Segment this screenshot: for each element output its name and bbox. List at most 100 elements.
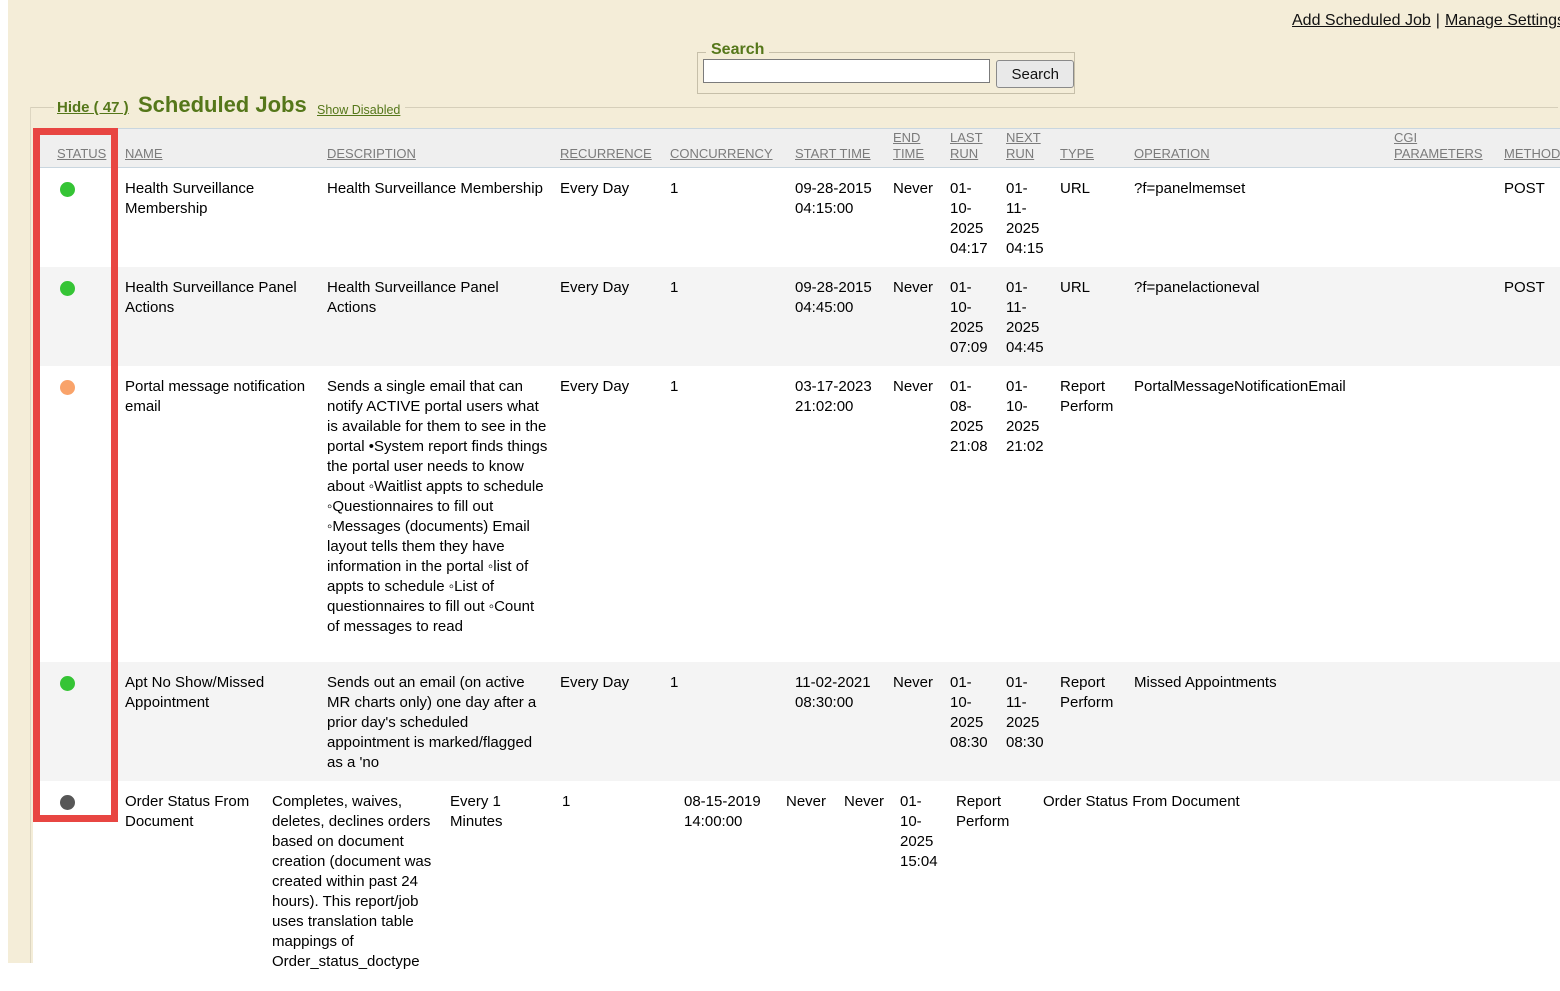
column-header-last-run[interactable]: LAST RUN — [943, 130, 999, 167]
cell-name: Portal message notification email — [118, 366, 320, 662]
top-links-separator: | — [1436, 12, 1440, 29]
table-row: Health Surveillance Panel ActionsHealth … — [33, 267, 1560, 366]
column-header-method[interactable]: METHOD — [1497, 146, 1560, 167]
cell-type: URL — [1053, 267, 1127, 366]
cell-method: POST — [1497, 267, 1560, 366]
cell-operation: PortalMessageNotificationEmail — [1127, 366, 1387, 662]
top-links: Add Scheduled Job | Manage Settings — [1292, 12, 1560, 30]
table-header-row: STATUSNAMEDESCRIPTIONRECURRENCECONCURREN… — [33, 128, 1560, 168]
cell-type: Report Perform — [949, 781, 1036, 991]
cell-cgi-parameters — [1387, 366, 1497, 662]
cell-end-time: Never — [886, 366, 943, 662]
cell-status — [33, 168, 118, 267]
cell-name: Apt No Show/Missed Appointment — [118, 662, 320, 781]
fieldset-border-left-segment — [30, 107, 54, 108]
status-dot-green-icon[interactable] — [60, 182, 75, 197]
left-margin — [0, 0, 8, 963]
column-header-next-run[interactable]: NEXT RUN — [999, 130, 1053, 167]
cell-start-time: 08-15-2019 14:00:00 — [677, 781, 779, 991]
column-header-status[interactable]: STATUS — [33, 146, 118, 167]
cell-operation: Order Status From Document — [1036, 781, 1336, 991]
cell-concurrency: 1 — [663, 366, 788, 662]
hide-link[interactable]: Hide ( 47 ) — [57, 99, 129, 116]
scheduled-jobs-table: STATUSNAMEDESCRIPTIONRECURRENCECONCURREN… — [33, 128, 1560, 991]
add-scheduled-job-link[interactable]: Add Scheduled Job — [1292, 12, 1431, 29]
search-input[interactable] — [703, 59, 990, 83]
cell-last-run: Never — [837, 781, 893, 991]
column-header-description[interactable]: DESCRIPTION — [320, 146, 553, 167]
cell-type: Report Perform — [1053, 366, 1127, 662]
status-dot-green-icon[interactable] — [60, 281, 75, 296]
column-header-operation[interactable]: OPERATION — [1127, 146, 1387, 167]
column-header-type[interactable]: TYPE — [1053, 146, 1127, 167]
cell-operation: ?f=panelmemset — [1127, 168, 1387, 267]
cell-description: Completes, waives, deletes, declines ord… — [265, 781, 443, 991]
table-row: Order Status From DocumentCompletes, wai… — [33, 781, 1560, 991]
cell-operation: Missed Appointments — [1127, 662, 1387, 781]
cell-recurrence: Every Day — [553, 267, 663, 366]
manage-settings-link[interactable]: Manage Settings — [1445, 12, 1560, 29]
column-header-start-time[interactable]: START TIME — [788, 146, 886, 167]
cell-cgi-parameters — [1387, 267, 1497, 366]
cell-cgi-parameters — [1336, 781, 1416, 991]
cell-status — [33, 662, 118, 781]
cell-concurrency: 1 — [555, 781, 677, 991]
cell-recurrence: Every 1 Minutes — [443, 781, 555, 991]
cell-next-run: 01-10-2025 15:04 — [893, 781, 949, 991]
cell-start-time: 09-28-2015 04:15:00 — [788, 168, 886, 267]
cell-start-time: 09-28-2015 04:45:00 — [788, 267, 886, 366]
table-row: Health Surveillance MembershipHealth Sur… — [33, 168, 1560, 267]
cell-recurrence: Every Day — [553, 366, 663, 662]
cell-method — [1416, 781, 1560, 991]
status-dot-green-icon[interactable] — [60, 676, 75, 691]
fieldset-border-top — [405, 107, 1558, 108]
column-header-concurrency[interactable]: CONCURRENCY — [663, 146, 788, 167]
column-header-cgi-parameters[interactable]: CGI PARAMETERS — [1387, 130, 1497, 167]
fieldset-border-side — [30, 107, 31, 963]
cell-method: POST — [1497, 168, 1560, 267]
cell-last-run: 01-08-2025 21:08 — [943, 366, 999, 662]
column-header-end-time[interactable]: END TIME — [886, 130, 943, 167]
cell-name: Health Surveillance Membership — [118, 168, 320, 267]
column-header-recurrence[interactable]: RECURRENCE — [553, 146, 663, 167]
table-row: Apt No Show/Missed AppointmentSends out … — [33, 662, 1560, 781]
cell-status — [33, 366, 118, 662]
search-panel: Search Search — [697, 52, 1075, 94]
show-disabled-link[interactable]: Show Disabled — [317, 103, 400, 117]
column-header-name[interactable]: NAME — [118, 146, 320, 167]
cell-description: Health Surveillance Panel Actions — [320, 267, 553, 366]
cell-end-time: Never — [886, 662, 943, 781]
cell-end-time: Never — [886, 267, 943, 366]
status-dot-gray-icon[interactable] — [60, 795, 75, 810]
search-legend: Search — [706, 41, 769, 59]
cell-next-run: 01-11-2025 04:15 — [999, 168, 1053, 267]
cell-concurrency: 1 — [663, 168, 788, 267]
cell-next-run: 01-10-2025 21:02 — [999, 366, 1053, 662]
cell-start-time: 03-17-2023 21:02:00 — [788, 366, 886, 662]
cell-recurrence: Every Day — [553, 168, 663, 267]
cell-method — [1497, 662, 1560, 781]
cell-start-time: 11-02-2021 08:30:00 — [788, 662, 886, 781]
search-button[interactable]: Search — [996, 60, 1074, 88]
cell-type: URL — [1053, 168, 1127, 267]
cell-cgi-parameters — [1387, 168, 1497, 267]
cell-status — [33, 781, 118, 991]
cell-next-run: 01-11-2025 08:30 — [999, 662, 1053, 781]
page-title: Scheduled Jobs — [138, 92, 307, 118]
cell-description: Sends out an email (on active MR charts … — [320, 662, 553, 781]
cell-last-run: 01-10-2025 08:30 — [943, 662, 999, 781]
cell-method — [1497, 366, 1560, 662]
cell-next-run: 01-11-2025 04:45 — [999, 267, 1053, 366]
cell-status — [33, 267, 118, 366]
table-row: Portal message notification emailSends a… — [33, 366, 1560, 662]
cell-cgi-parameters — [1387, 662, 1497, 781]
cell-concurrency: 1 — [663, 267, 788, 366]
status-dot-orange-icon[interactable] — [60, 380, 75, 395]
cell-description: Health Surveillance Membership — [320, 168, 553, 267]
cell-end-time: Never — [779, 781, 837, 991]
cell-name: Order Status From Document — [118, 781, 265, 991]
jobs-table-body: Health Surveillance MembershipHealth Sur… — [33, 168, 1560, 991]
cell-last-run: 01-10-2025 07:09 — [943, 267, 999, 366]
cell-type: Report Perform — [1053, 662, 1127, 781]
cell-concurrency: 1 — [663, 662, 788, 781]
